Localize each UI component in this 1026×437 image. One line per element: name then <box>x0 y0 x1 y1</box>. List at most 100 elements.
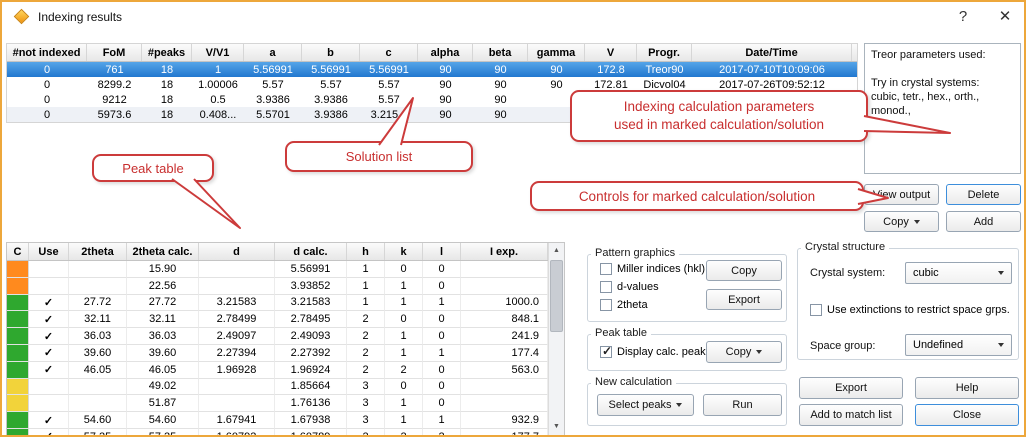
peak-d-calc-cell: 3.93852 <box>275 278 347 295</box>
solution-column-header[interactable]: a <box>244 44 302 61</box>
peak-column-header[interactable]: k <box>385 243 423 260</box>
peak-table-row[interactable]: ✓ 57.25 57.25 1.60792 1.60789 2 2 2 177.… <box>7 429 564 435</box>
solution-column-header[interactable]: gamma <box>528 44 585 61</box>
peak-column-header[interactable]: 2theta <box>69 243 127 260</box>
close-button[interactable]: Close <box>915 404 1019 426</box>
cell-program: Treor90 <box>637 62 692 77</box>
cell-fom: 761 <box>87 62 142 77</box>
peak-column-header[interactable]: Use <box>29 243 69 260</box>
checkbox-unchecked[interactable] <box>600 281 612 293</box>
peak-column-header[interactable]: d <box>199 243 275 260</box>
extinctions-checkbox-row[interactable]: Use extinctions to restrict space grps. <box>810 303 1010 317</box>
solution-column-header[interactable]: alpha <box>418 44 473 61</box>
peak-use-checkbox[interactable]: ✓ <box>29 311 69 328</box>
peak-use-checkbox[interactable]: ✓ <box>29 412 69 429</box>
peak-use-checkbox[interactable] <box>29 261 69 278</box>
peak-h-cell: 3 <box>347 412 385 429</box>
peak-table-row[interactable]: ✓ 27.72 27.72 3.21583 3.21583 1 1 1 1000… <box>7 295 564 312</box>
peak-use-checkbox[interactable]: ✓ <box>29 429 69 435</box>
solution-column-header[interactable]: V <box>585 44 637 61</box>
cell-c: 5.57 <box>360 77 418 92</box>
scroll-up-icon[interactable]: ▲ <box>549 243 564 259</box>
peak-column-header[interactable]: h <box>347 243 385 260</box>
peak-column-header[interactable]: C <box>7 243 29 260</box>
checkbox-checked[interactable]: ✓ <box>600 346 612 358</box>
scroll-down-icon[interactable]: ▼ <box>549 419 564 435</box>
peak-column-header[interactable]: 2theta calc. <box>127 243 199 260</box>
peak-use-checkbox[interactable]: ✓ <box>29 295 69 312</box>
solution-column-header[interactable]: c <box>360 44 418 61</box>
solution-column-header[interactable]: Date/Time <box>692 44 852 61</box>
treor-parameters-line: Treor parameters used: <box>871 48 1014 62</box>
window-close-button[interactable]: ✕ <box>994 7 1016 27</box>
add-to-match-list-button[interactable]: Add to match list <box>799 404 903 426</box>
copy-solution-button[interactable]: Copy <box>864 211 939 232</box>
peak-d-calc-cell: 1.60789 <box>275 429 347 435</box>
peak-use-checkbox[interactable] <box>29 379 69 396</box>
pattern-checkbox-row[interactable]: Miller indices (hkl) <box>600 262 705 276</box>
peak-column-header[interactable]: d calc. <box>275 243 347 260</box>
add-button[interactable]: Add <box>946 211 1021 232</box>
solution-column-header[interactable]: #not indexed <box>7 44 87 61</box>
peak-table-scrollbar[interactable]: ▲ ▼ <box>548 243 564 435</box>
checkbox-unchecked[interactable] <box>600 263 612 275</box>
run-button[interactable]: Run <box>703 394 782 416</box>
peak-table-row[interactable]: 49.02 1.85664 3 0 0 <box>7 379 564 396</box>
peak-table-row[interactable]: 22.56 3.93852 1 1 0 <box>7 278 564 295</box>
checkbox-unchecked[interactable] <box>600 299 612 311</box>
peak-h-cell: 2 <box>347 311 385 328</box>
help-button[interactable]: Help <box>915 377 1019 399</box>
peak-d-cell <box>199 278 275 295</box>
cell-fom: 5973.6 <box>87 107 142 122</box>
peak-table-row[interactable]: ✓ 46.05 46.05 1.96928 1.96924 2 2 0 563.… <box>7 362 564 379</box>
peak-h-cell: 2 <box>347 328 385 345</box>
peak-color-cell <box>7 429 29 435</box>
pattern-copy-button[interactable]: Copy <box>706 260 782 281</box>
cell-beta: 90 <box>473 92 528 107</box>
solution-column-header[interactable]: #peaks <box>142 44 192 61</box>
display-calc-peaks-row[interactable]: ✓ Display calc. peaks <box>600 345 711 359</box>
solution-column-header[interactable]: V/V1 <box>192 44 244 61</box>
space-group-select[interactable]: Undefined <box>905 334 1012 356</box>
peak-use-checkbox[interactable]: ✓ <box>29 362 69 379</box>
peak-use-checkbox[interactable]: ✓ <box>29 328 69 345</box>
peak-table-row[interactable]: 15.90 5.56991 1 0 0 <box>7 261 564 278</box>
solution-table-header: #not indexedFoM#peaksV/V1abcalphabetagam… <box>7 44 857 62</box>
crystal-system-select[interactable]: cubic <box>905 262 1012 284</box>
peak-use-checkbox[interactable] <box>29 395 69 412</box>
peak-k-cell: 0 <box>385 261 423 278</box>
peak-column-header[interactable]: I exp. <box>461 243 548 260</box>
solution-column-header[interactable]: Progr. <box>637 44 692 61</box>
pattern-checkbox-row[interactable]: d-values <box>600 280 705 294</box>
peak-color-cell <box>7 295 29 312</box>
delete-button[interactable]: Delete <box>946 184 1021 205</box>
peak-table-row[interactable]: ✓ 39.60 39.60 2.27394 2.27392 2 1 1 177.… <box>7 345 564 362</box>
solution-column-header[interactable]: b <box>302 44 360 61</box>
pattern-checkbox-row[interactable]: 2theta <box>600 298 705 312</box>
cell-peaks: 18 <box>142 62 192 77</box>
peak-table-row[interactable]: ✓ 54.60 54.60 1.67941 1.67938 3 1 1 932.… <box>7 412 564 429</box>
treor-parameters-line: Try in crystal systems: <box>871 76 1014 90</box>
peak-column-header[interactable]: l <box>423 243 461 260</box>
scrollbar-thumb[interactable] <box>550 260 563 332</box>
select-peaks-button[interactable]: Select peaks <box>597 394 694 416</box>
solution-row[interactable]: 0 761 18 1 5.56991 5.56991 5.56991 90 90… <box>7 62 857 77</box>
peak-2theta-cell <box>69 261 127 278</box>
peak-use-checkbox[interactable] <box>29 278 69 295</box>
peak-k-cell: 1 <box>385 345 423 362</box>
checkbox-unchecked[interactable] <box>810 304 822 316</box>
peak-table-row[interactable]: ✓ 32.11 32.11 2.78499 2.78495 2 0 0 848.… <box>7 311 564 328</box>
solution-column-header[interactable]: beta <box>473 44 528 61</box>
peak-copy-button[interactable]: Copy <box>706 341 782 363</box>
peak-k-cell: 1 <box>385 328 423 345</box>
peak-color-cell <box>7 412 29 429</box>
peak-table-row[interactable]: ✓ 36.03 36.03 2.49097 2.49093 2 1 0 241.… <box>7 328 564 345</box>
peak-d-cell <box>199 379 275 396</box>
window-help-button[interactable]: ? <box>952 7 974 27</box>
pattern-export-button[interactable]: Export <box>706 289 782 310</box>
solution-column-header[interactable]: FoM <box>87 44 142 61</box>
export-button[interactable]: Export <box>799 377 903 399</box>
peak-use-checkbox[interactable]: ✓ <box>29 345 69 362</box>
peak-color-cell <box>7 278 29 295</box>
peak-table-row[interactable]: 51.87 1.76136 3 1 0 <box>7 395 564 412</box>
